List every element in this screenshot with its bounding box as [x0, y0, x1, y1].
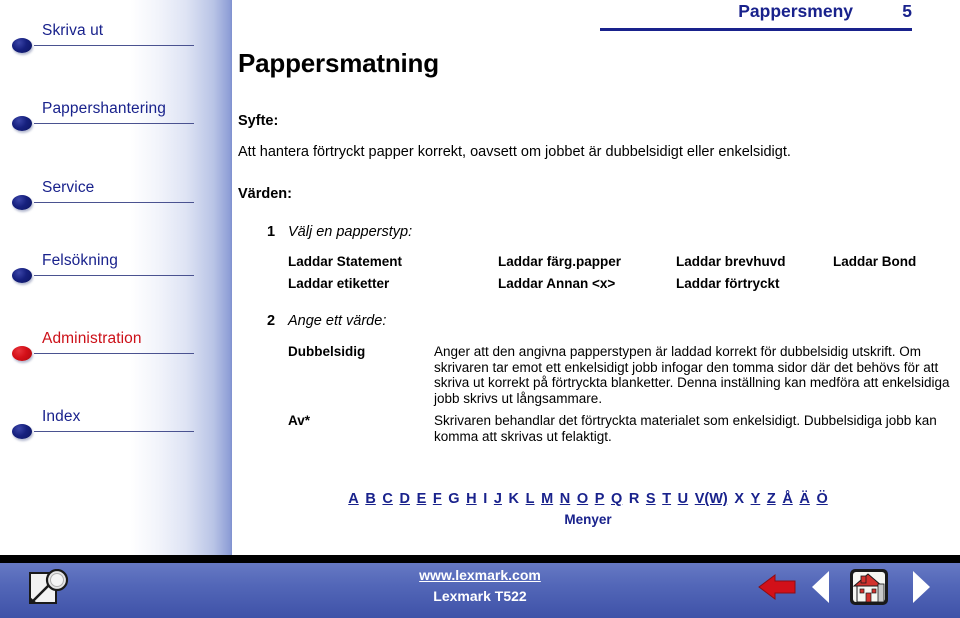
main-content: Pappersmatning Syfte: Att hantera förtry…	[238, 0, 960, 555]
paper-type-item: Laddar förtryckt	[676, 276, 780, 291]
menus-link[interactable]: Menyer	[238, 512, 938, 527]
index-letter-Å[interactable]: Å	[782, 491, 792, 507]
sidebar-item-label: Skriva ut	[42, 22, 104, 39]
paper-type-item: Laddar Annan <x>	[498, 276, 616, 291]
sidebar-item-administration[interactable]: Administration	[12, 330, 202, 364]
bullet-icon	[12, 195, 32, 210]
index-letter-K[interactable]: K	[509, 491, 519, 507]
index-letter-E[interactable]: E	[417, 491, 427, 507]
index-letter-N[interactable]: N	[560, 491, 570, 507]
index-letter-P[interactable]: P	[595, 491, 605, 507]
index-letter-G[interactable]: G	[448, 491, 459, 507]
footer: www.lexmark.com Lexmark T522	[0, 555, 960, 618]
index-letter-L[interactable]: L	[526, 491, 535, 507]
index-letter-Ö[interactable]: Ö	[816, 491, 827, 507]
paper-type-list: Laddar Statement Laddar färg.papper Laddar…	[288, 254, 928, 298]
index-letter-Y[interactable]: Y	[751, 491, 761, 507]
sidebar-item-pappershantering[interactable]: Pappershantering	[12, 100, 202, 134]
sidebar-item-label: Felsökning	[42, 252, 118, 269]
values-heading: Värden:	[238, 186, 292, 202]
alphabet-index: A B C D E F G H I J K L M N O P Q R S T U V(W) X Y Z Å Ä Ö	[238, 490, 938, 508]
sidebar-item-underline	[34, 202, 194, 203]
sidebar-item-underline	[34, 431, 194, 432]
index-letter-M[interactable]: M	[541, 491, 553, 507]
index-letter-T[interactable]: T	[662, 491, 671, 507]
paper-type-item: Laddar färg.papper	[498, 254, 622, 269]
paper-type-item: Laddar Bond	[833, 254, 917, 269]
value-term: Dubbelsidig	[288, 344, 366, 359]
sidebar-item-label: Pappershantering	[42, 100, 166, 117]
value-description: Anger att den angivna papperstypen är la…	[434, 344, 950, 406]
sidebar-item-underline	[34, 123, 194, 124]
value-definition-list: Dubbelsidig Anger att den angivna pappers…	[288, 344, 960, 451]
index-letter-C[interactable]: C	[382, 491, 392, 507]
lexmark-url-link[interactable]: www.lexmark.com	[0, 567, 960, 583]
sidebar-item-underline	[34, 45, 194, 46]
paper-type-row: Laddar etiketter Laddar Annan <x> Laddar f…	[288, 276, 928, 298]
step-2-number: 2	[267, 313, 276, 329]
value-term: Av*	[288, 413, 311, 428]
paper-type-item: Laddar Statement	[288, 254, 403, 269]
index-letter-O[interactable]: O	[577, 491, 588, 507]
sidebar-item-service[interactable]: Service	[12, 179, 202, 213]
index-letter-Ä[interactable]: Ä	[799, 491, 809, 507]
bullet-icon	[12, 424, 32, 439]
step-1-number: 1	[267, 224, 276, 240]
sidebar-nav-list: Skriva ut Pappershantering Service Felsökni…	[0, 0, 232, 555]
sidebar-item-label: Service	[42, 179, 95, 196]
footer-top-divider	[0, 555, 960, 563]
sidebar-item-skriva-ut[interactable]: Skriva ut	[12, 22, 202, 56]
purpose-body: Att hantera förtryckt papper korrekt, oa…	[238, 144, 791, 160]
bullet-icon	[12, 116, 32, 131]
index-letter-J[interactable]: J	[494, 491, 502, 507]
index-letter-A[interactable]: A	[348, 491, 358, 507]
index-letter-U[interactable]: U	[678, 491, 688, 507]
page-title: Pappersmatning	[238, 48, 439, 78]
paper-type-row: Laddar Statement Laddar färg.papper Laddar…	[288, 254, 928, 276]
sidebar-item-label: Administration	[42, 330, 142, 347]
bullet-icon	[12, 268, 32, 283]
index-letter-Q[interactable]: Q	[611, 491, 622, 507]
bullet-icon	[12, 346, 32, 361]
sidebar-item-fels-kning[interactable]: Felsökning	[12, 252, 202, 286]
step-2-text: Ange ett värde:	[288, 313, 387, 329]
sidebar-item-underline	[34, 275, 194, 276]
sidebar-item-underline	[34, 353, 194, 354]
printer-model-label: Lexmark T522	[433, 588, 527, 604]
step-1-text: Välj en papperstyp:	[288, 224, 413, 240]
value-description: Skrivaren behandlar det förtryckta mater…	[434, 413, 937, 444]
sidebar-item-label: Index	[42, 408, 81, 425]
paper-type-item: Laddar etiketter	[288, 276, 390, 291]
paper-type-item: Laddar brevhuvd	[676, 254, 786, 269]
value-definition-row: Av* Skrivaren behandlar det förtryckta ma…	[288, 413, 960, 444]
index-letter-I[interactable]: I	[483, 491, 487, 507]
sidebar: Skriva ut Pappershantering Service Felsökni…	[0, 0, 232, 555]
index-letter-S[interactable]: S	[646, 491, 656, 507]
index-letter-F[interactable]: F	[433, 491, 442, 507]
purpose-heading: Syfte:	[238, 113, 279, 129]
index-letter-Z[interactable]: Z	[767, 491, 776, 507]
bullet-icon	[12, 38, 32, 53]
index-letter-D[interactable]: D	[399, 491, 409, 507]
index-letter-X[interactable]: X	[734, 491, 744, 507]
sidebar-item-index[interactable]: Index	[12, 408, 202, 442]
index-letter-H[interactable]: H	[466, 491, 476, 507]
index-letter-VW[interactable]: V(W)	[695, 491, 728, 507]
index-letter-B[interactable]: B	[365, 491, 375, 507]
index-letter-R[interactable]: R	[629, 491, 639, 507]
value-definition-row: Dubbelsidig Anger att den angivna pappers…	[288, 344, 960, 406]
